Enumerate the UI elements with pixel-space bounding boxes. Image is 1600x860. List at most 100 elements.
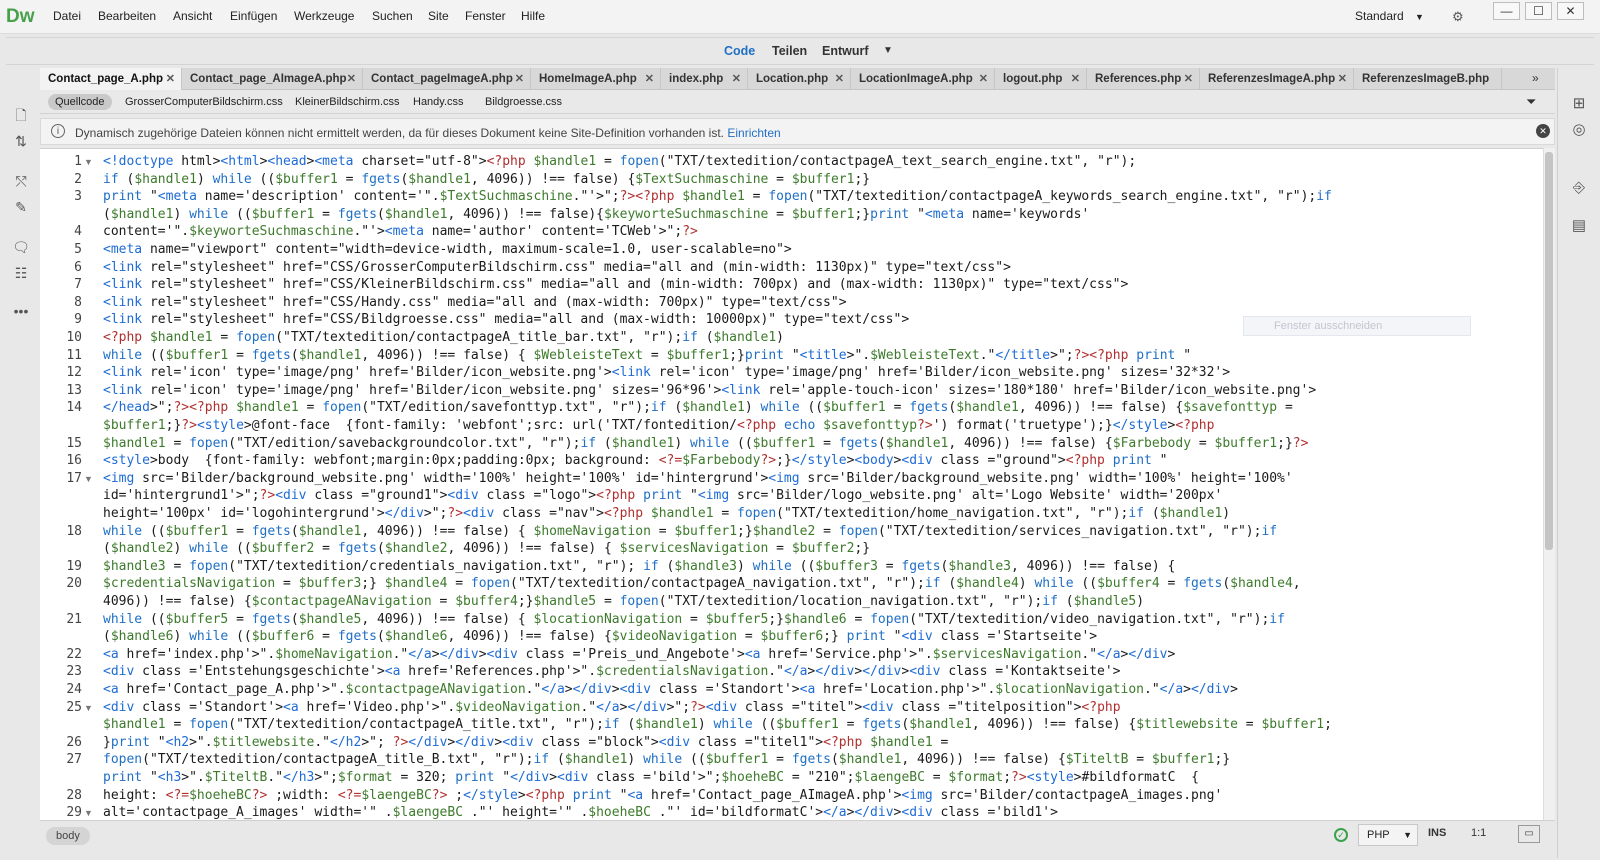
line-number: 13 <box>66 382 82 398</box>
line-number: 9 <box>74 312 82 328</box>
line-number: 24 <box>66 682 82 697</box>
comment-icon[interactable]: 🗨 <box>11 238 31 256</box>
line-number: 23 <box>66 664 82 680</box>
chevron-down-icon: ▼ <box>1403 830 1412 840</box>
menu-werkzeuge[interactable]: Werkzeuge <box>294 9 354 23</box>
line-number: 16 <box>66 453 82 469</box>
code-line: print "<meta name='description' content=… <box>103 189 1332 205</box>
scrollbar-thumb[interactable] <box>1545 152 1553 550</box>
collapse-icon[interactable]: ⤲ <box>11 172 31 190</box>
doc-tab-label: index.php <box>669 73 724 85</box>
menu-site[interactable]: Site <box>428 9 449 23</box>
line-number: 19 <box>66 558 82 574</box>
close-icon[interactable]: ✕ <box>1338 68 1347 90</box>
chevron-down-icon[interactable]: ▼ <box>883 45 893 56</box>
snippets-icon[interactable]: ▤ <box>1568 216 1590 236</box>
cc-libraries-icon[interactable]: ◎ <box>1568 120 1590 140</box>
view-design-button[interactable]: Entwurf <box>822 44 869 58</box>
code-line: <style>body {font-family: webfont;margin… <box>103 453 1168 469</box>
tag-selector[interactable]: body <box>46 827 90 845</box>
line-number: 6 <box>74 259 82 275</box>
doc-tab-referenzesimagea[interactable]: ReferenzesImageA.php ✕ <box>1200 68 1354 90</box>
related-file-bildgroesse[interactable]: Bildgroesse.css <box>478 94 569 110</box>
code-line: <link rel="stylesheet" href="CSS/Handy.c… <box>103 294 847 310</box>
close-icon[interactable]: ✕ <box>1071 68 1080 90</box>
close-icon[interactable]: ✕ <box>732 68 741 90</box>
menu-ansicht[interactable]: Ansicht <box>173 9 212 23</box>
doc-tab-logout[interactable]: logout.php ✕ <box>995 68 1087 90</box>
close-icon[interactable]: ✕ <box>347 68 356 90</box>
doc-tab-references[interactable]: References.php ✕ <box>1087 68 1200 90</box>
code-line: <link rel='icon' type='image/png' href='… <box>103 365 1231 381</box>
menu-einfuegen[interactable]: Einfügen <box>230 9 277 23</box>
doc-tab-location[interactable]: Location.php ✕ <box>748 68 851 90</box>
fold-icon[interactable]: ▼ <box>84 699 93 717</box>
brush-icon[interactable]: ✎ <box>11 198 31 216</box>
close-icon[interactable]: ✕ <box>835 68 844 90</box>
code-editor[interactable]: 1 ▼ 2 3 4 5 6 7 8 9 10 11 12 13 14 15 16 17 ▼ 18 19 20 21 22 23 2… <box>40 148 1555 820</box>
sync-settings-icon[interactable]: ⚙ <box>1452 9 1464 25</box>
close-icon[interactable]: ✕ <box>979 68 988 90</box>
close-icon[interactable]: ✕ <box>1184 68 1193 90</box>
doc-tab-contact-page-a[interactable]: Contact_page_A.php ✕ <box>40 68 182 90</box>
close-icon[interactable]: ✕ <box>166 68 175 90</box>
close-icon[interactable]: ✕ <box>515 68 524 90</box>
related-file-handy[interactable]: Handy.css <box>406 94 471 110</box>
preview-icon[interactable]: ▭ <box>1518 825 1540 843</box>
sort-icon[interactable]: ⇅ <box>11 132 31 150</box>
menu-bearbeiten[interactable]: Bearbeiten <box>98 9 156 23</box>
fold-icon[interactable]: ▼ <box>84 470 93 488</box>
app-logo: Dw <box>6 6 35 27</box>
doc-tab-locationimagea[interactable]: LocationImageA.php ✕ <box>851 68 995 90</box>
related-file-source[interactable]: Quellcode <box>48 94 112 110</box>
line-number: 1 <box>74 154 82 169</box>
doc-tab-label: ReferenzesImageA.php <box>1208 73 1336 85</box>
close-button[interactable]: ✕ <box>1557 2 1584 20</box>
view-split-button[interactable]: Teilen <box>772 44 807 58</box>
dom-tree-icon[interactable]: ⊞ <box>1568 94 1590 114</box>
code-line: <link rel="stylesheet" href="CSS/Kleiner… <box>103 277 1129 293</box>
doc-tab-contact-pageimagea[interactable]: Contact_pageImageA.php ✕ <box>363 68 531 90</box>
insert-mode[interactable]: INS <box>1428 827 1446 839</box>
code-line: <a href='index.php'>".$homeNavigation."<… <box>103 646 1176 662</box>
more-tabs-icon[interactable]: » <box>1532 71 1539 85</box>
menu-fenster[interactable]: Fenster <box>465 9 506 23</box>
code-line: print "<h3>".$TiteltB."</h3>";$format = … <box>103 770 1199 785</box>
code-line: $handle1 = fopen("TXT/edition/savebackgr… <box>103 435 1309 451</box>
code-line: ($handle1) while (($buffer1 = fgets($han… <box>103 206 1090 222</box>
doc-tab-index[interactable]: index.php ✕ <box>661 68 748 90</box>
minimize-button[interactable]: — <box>1493 2 1520 20</box>
filter-icon[interactable]: ⏷ <box>1526 94 1536 110</box>
line-number: 14 <box>66 400 82 416</box>
fold-icon[interactable]: ▼ <box>84 153 93 171</box>
menu-suchen[interactable]: Suchen <box>372 9 413 23</box>
status-bar: body ✓ PHP ▼ INS 1:1 ▭ <box>40 820 1555 850</box>
info-icon: i <box>51 124 65 138</box>
more-icon[interactable]: ••• <box>11 302 31 320</box>
menu-datei[interactable]: Datei <box>53 9 81 23</box>
doc-tab-contact-page-aimagea[interactable]: Contact_page_AImageA.php ✕ <box>182 68 363 90</box>
code-line: <link rel='icon' type='image/png' href='… <box>103 382 1317 398</box>
language-select[interactable]: PHP ▼ <box>1358 824 1418 846</box>
menu-hilfe[interactable]: Hilfe <box>521 9 545 23</box>
doc-tab-label: ReferenzesImageB.php <box>1362 73 1490 85</box>
maximize-button[interactable]: ☐ <box>1525 2 1552 20</box>
close-icon[interactable]: ✕ <box>1536 124 1550 138</box>
view-code-button[interactable]: Code <box>724 44 755 58</box>
line-number: 15 <box>66 435 82 451</box>
doc-tab-referenzesimageb[interactable]: ReferenzesImageB.php <box>1354 68 1502 90</box>
related-file-kleiner[interactable]: KleinerBildschirm.css <box>288 94 407 110</box>
code-line: $credentialsNavigation = $buffer3;} $han… <box>103 576 1301 592</box>
code-line: }print "<h2>".$titlewebsite."</h2>"; ?><… <box>103 734 949 750</box>
related-file-grosser[interactable]: GrosserComputerBildschirm.css <box>118 94 290 110</box>
close-icon[interactable]: ✕ <box>645 68 654 90</box>
workspace-switcher[interactable]: Standard ▼ <box>1355 9 1424 23</box>
doc-tab-homeimagea[interactable]: HomeImageA.php ✕ <box>531 68 661 90</box>
insert-icon[interactable]: ⎆ <box>1568 178 1590 198</box>
setup-link[interactable]: Einrichten <box>727 126 780 140</box>
doc-tab-label: Contact_page_A.php <box>48 73 164 85</box>
format-icon[interactable]: ☷ <box>11 264 31 282</box>
fold-icon[interactable]: ▼ <box>84 804 93 820</box>
line-gutter: 1 ▼ 2 3 4 5 6 7 8 9 10 11 12 13 14 15 16 17 ▼ 18 19 20 21 22 23 2… <box>40 149 98 820</box>
file-icon[interactable]: 🗋 <box>11 106 31 124</box>
